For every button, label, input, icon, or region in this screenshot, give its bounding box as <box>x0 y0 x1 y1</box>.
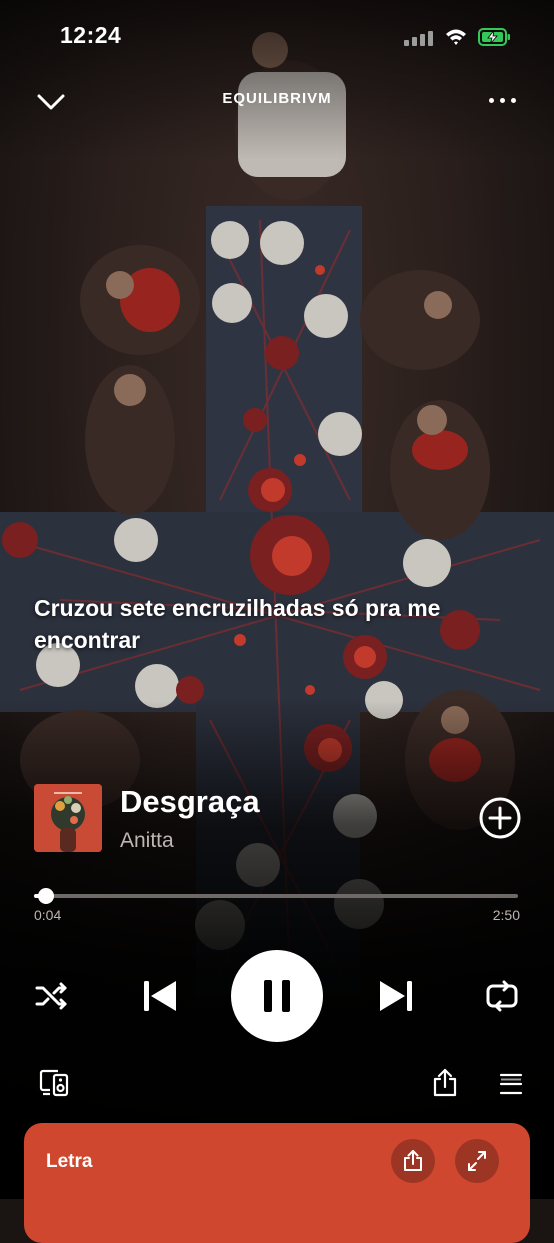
progress-bar[interactable] <box>34 886 518 906</box>
next-icon[interactable] <box>376 977 416 1015</box>
queue-icon[interactable] <box>498 1071 524 1097</box>
more-horizontal-icon[interactable] <box>486 90 520 112</box>
elapsed-time: 0:04 <box>34 907 62 923</box>
lyrics-expand-button[interactable] <box>455 1139 499 1183</box>
lyrics-share-button[interactable] <box>391 1139 435 1183</box>
chevron-down-icon[interactable] <box>36 88 66 116</box>
pause-icon <box>264 980 290 1012</box>
progress-knob[interactable] <box>37 888 54 904</box>
plus-circle-icon[interactable] <box>478 796 522 840</box>
lyrics-card[interactable]: Letra <box>24 1123 530 1243</box>
shuffle-icon[interactable] <box>34 980 70 1012</box>
album-cover[interactable] <box>34 784 102 852</box>
playing-from-title: EQUILIBRIVM <box>222 90 332 107</box>
progress-track <box>34 894 518 898</box>
devices-icon[interactable] <box>38 1068 70 1098</box>
lyrics-card-label: Letra <box>46 1151 93 1172</box>
album-art-image <box>34 784 102 852</box>
share-icon[interactable] <box>432 1068 458 1098</box>
repeat-icon[interactable] <box>484 980 520 1012</box>
wifi-icon <box>446 29 466 45</box>
expand-icon <box>468 1151 486 1171</box>
battery-charging-icon <box>478 28 510 46</box>
status-bar: 12:24 <box>0 0 554 74</box>
track-title[interactable]: Desgraça <box>120 784 260 820</box>
share-icon <box>404 1150 422 1171</box>
previous-icon[interactable] <box>140 977 180 1015</box>
cellular-signal-icon <box>404 30 434 46</box>
current-lyric-line: Cruzou sete encruzilhadas só pra me enco… <box>34 595 441 653</box>
total-time: 2:50 <box>492 907 520 923</box>
status-time: 12:24 <box>60 22 122 48</box>
pause-button[interactable] <box>231 950 323 1042</box>
track-artist[interactable]: Anitta <box>120 829 174 853</box>
